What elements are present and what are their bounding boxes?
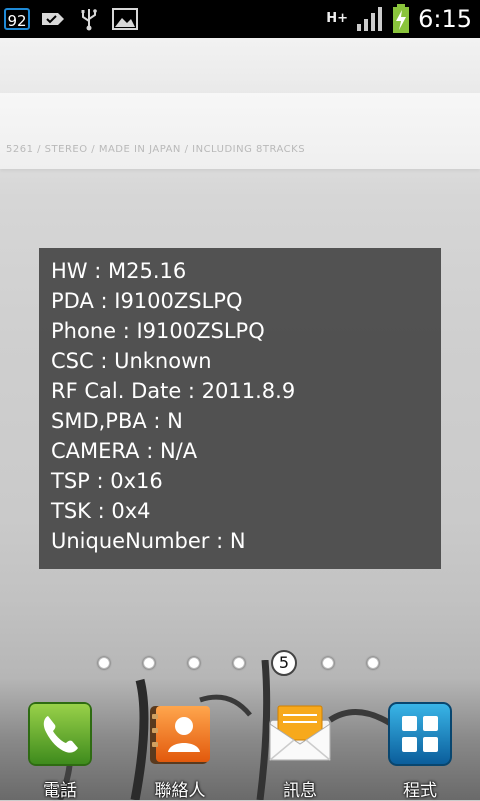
phone-icon [28,702,92,766]
app-dock: 電話 聯絡人 訊息 程式 [0,700,480,801]
messages-icon [269,705,331,761]
info-smd-pba: SMD,PBA : N [51,409,183,433]
dock-label-apps: 程式 [403,781,437,801]
info-hw: HW : M25.16 [51,259,187,283]
page-dot-7[interactable] [367,657,379,669]
wallpaper-text: 5261 / STEREO / MADE IN JAPAN / INCLUDIN… [6,144,306,155]
dock-item-messages[interactable]: 訊息 [250,700,350,801]
notification-count-badge: 92 [4,8,30,30]
dock-label-phone: 電話 [43,781,77,801]
page-dot-4[interactable] [233,657,245,669]
page-dot-current[interactable]: 5 [271,650,297,676]
device-info-panel: HW : M25.16 PDA : I9100ZSLPQ Phone : I91… [39,248,441,569]
wallpaper-strip [0,93,480,169]
page-dot-3[interactable] [188,657,200,669]
info-tsp: TSP : 0x16 [51,469,163,493]
info-phone: Phone : I9100ZSLPQ [51,319,265,343]
contacts-icon [150,706,210,764]
dock-item-contacts[interactable]: 聯絡人 [130,700,230,801]
image-icon [112,8,138,30]
signal-icon [357,7,383,31]
dock-item-apps[interactable]: 程式 [370,700,470,801]
usb-icon [81,9,97,31]
page-dot-1[interactable] [98,657,110,669]
info-unique-number: UniqueNumber : N [51,529,246,553]
apps-icon [388,702,452,766]
dock-label-messages: 訊息 [283,781,317,801]
battery-charging-icon [393,4,410,33]
message-tag-icon [42,13,64,25]
status-bar[interactable]: 92 H+ 6:15 [0,0,480,38]
home-page-indicator[interactable]: 5 [0,650,480,678]
dock-label-contacts: 聯絡人 [154,781,206,801]
page-dot-6[interactable] [322,657,334,669]
info-tsk: TSK : 0x4 [51,499,151,523]
hplus-network-icon: H+ [326,11,348,26]
dock-item-phone[interactable]: 電話 [10,700,110,801]
info-rf-cal-date: RF Cal. Date : 2011.8.9 [51,379,296,403]
info-pda: PDA : I9100ZSLPQ [51,289,243,313]
info-csc: CSC : Unknown [51,349,212,373]
page-dot-2[interactable] [143,657,155,669]
status-clock: 6:15 [418,5,472,33]
info-camera: CAMERA : N/A [51,439,198,463]
